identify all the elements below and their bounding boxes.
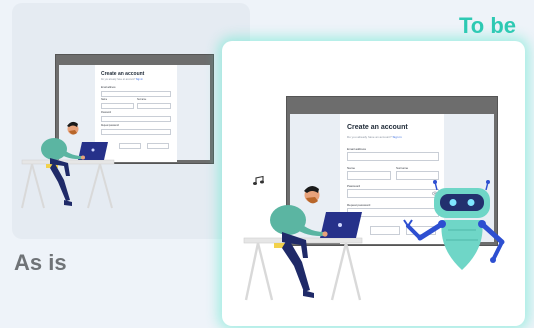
name-label: Name xyxy=(101,99,108,101)
password-label: Password xyxy=(101,112,112,114)
as-is-label: As is xyxy=(14,250,67,275)
form-title: Create an account xyxy=(101,71,145,77)
extra-field-a[interactable] xyxy=(119,143,141,149)
screen-topbar xyxy=(287,97,497,114)
name-label: Name xyxy=(347,166,356,170)
email-label: Email address xyxy=(101,87,116,89)
extra-field-b[interactable] xyxy=(147,143,169,149)
name-field[interactable] xyxy=(101,103,134,109)
form-subtitle: Do you already have an account? Sign in xyxy=(347,135,402,139)
to-be-person-illustration xyxy=(243,185,363,301)
surname-label: Surname xyxy=(396,166,409,170)
email-field[interactable] xyxy=(101,91,171,97)
signin-link[interactable]: Sign in xyxy=(136,79,143,81)
email-field[interactable] xyxy=(347,152,439,161)
surname-label: Surname xyxy=(137,99,147,101)
screen-topbar xyxy=(56,55,213,65)
form-title: Create an account xyxy=(347,124,408,131)
name-field[interactable] xyxy=(347,171,391,180)
signin-link[interactable]: Sign in xyxy=(393,135,402,139)
extra-field-a[interactable] xyxy=(370,226,400,235)
robot-illustration xyxy=(403,180,505,270)
as-is-person-illustration xyxy=(21,121,115,209)
to-be-label: To be xyxy=(459,13,517,38)
form-subtitle: Do you already have an account? Sign in xyxy=(101,79,143,81)
surname-field[interactable] xyxy=(137,103,171,109)
email-label: Email address xyxy=(347,147,367,151)
